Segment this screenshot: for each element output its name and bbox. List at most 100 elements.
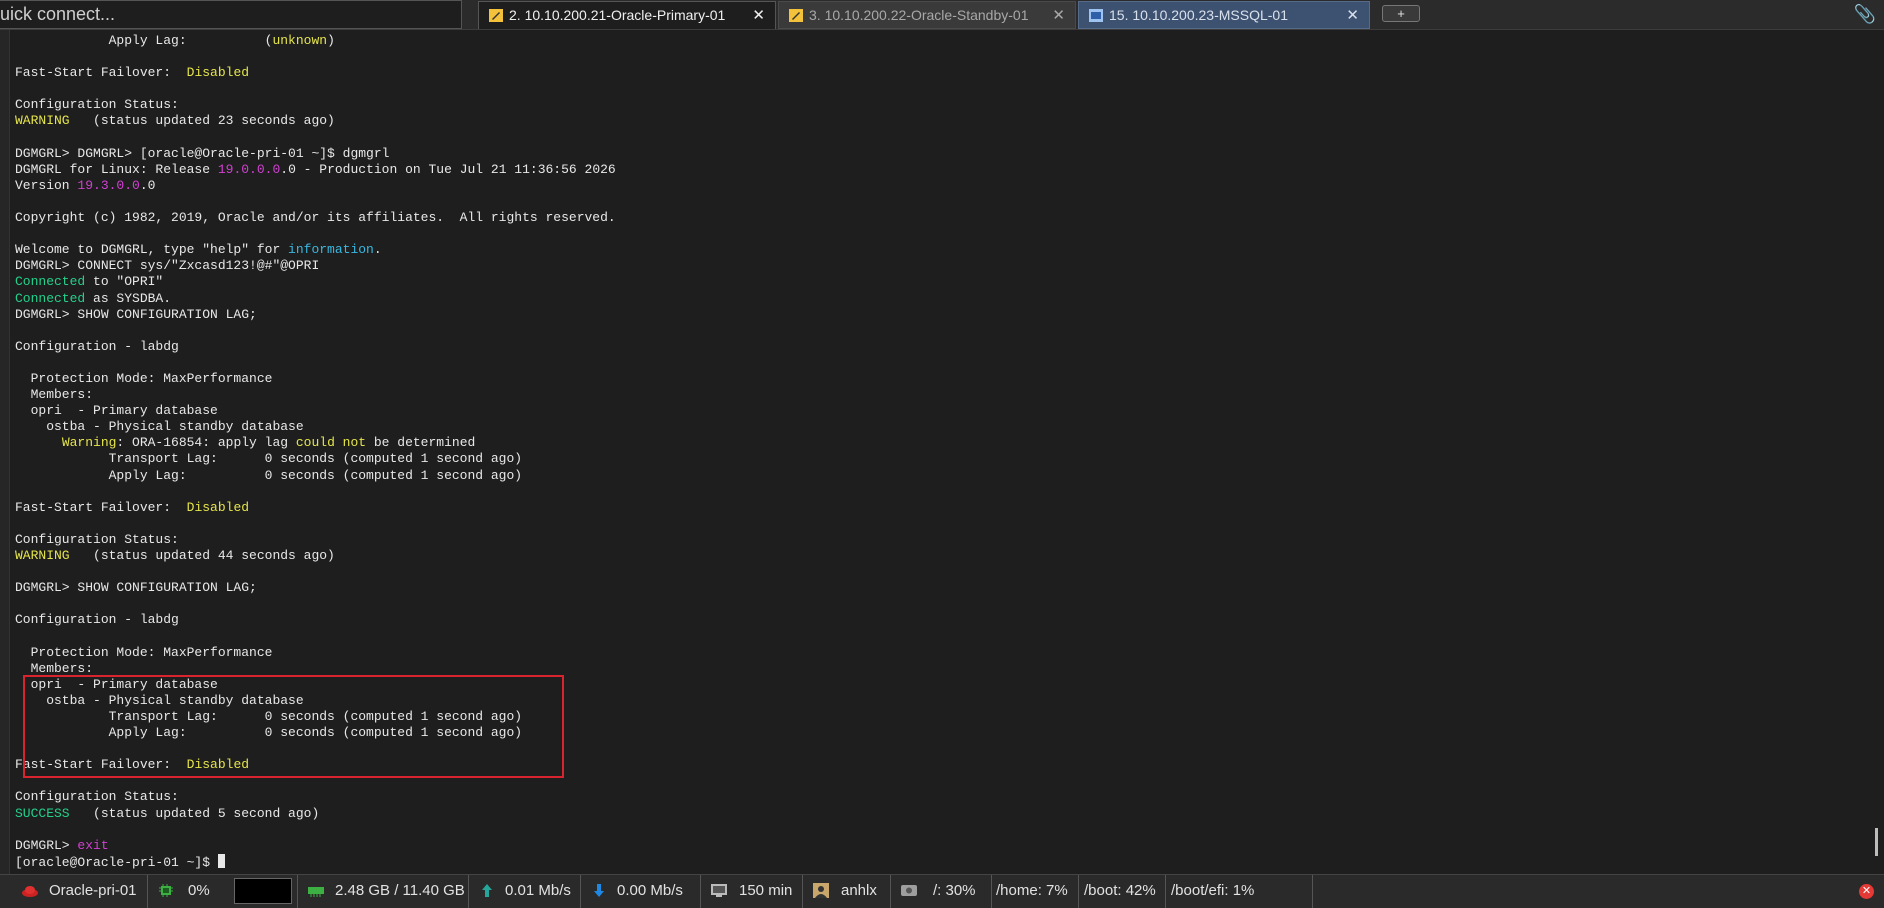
terminal-line: Members:	[15, 387, 616, 403]
terminal-text: DGMGRL>	[15, 837, 78, 853]
status-download[interactable]: 0.00 Mb/s	[581, 875, 701, 908]
cpu-icon	[159, 884, 173, 897]
terminal-text: DGMGRL> SHOW CONFIGURATION LAG;	[15, 580, 257, 596]
terminal-line: Version 19.3.0.0.0	[15, 178, 616, 194]
terminal-text: DGMGRL> DGMGRL> [oracle@Oracle-pri-01 ~]…	[15, 145, 390, 161]
disk-home-value: /home: 7%	[996, 882, 1068, 899]
terminal-text: Members:	[15, 660, 94, 676]
user-value: anhlx	[841, 882, 877, 899]
download-arrow-icon	[594, 884, 604, 897]
scrollbar-thumb[interactable]	[1875, 828, 1878, 856]
new-tab-button[interactable]: +	[1382, 5, 1420, 22]
close-tab-icon[interactable]: ✕	[752, 2, 765, 29]
terminal-text: to "OPRI"	[85, 274, 164, 290]
terminal-line: Welcome to DGMGRL, type "help" for infor…	[15, 242, 616, 258]
tab-mssql[interactable]: 15. 10.10.200.23-MSSQL-01 ✕	[1078, 1, 1370, 29]
terminal-text: Version	[15, 177, 78, 193]
terminal-line: Warning: ORA-16854: apply lag could not …	[15, 435, 616, 451]
terminal-text: : ORA-16854: apply lag	[116, 435, 296, 451]
status-bar: Oracle-pri-01 0% 2.48 GB / 11.40 GB 0.01…	[0, 874, 1884, 908]
terminal-text: DGMGRL> SHOW CONFIGURATION LAG;	[15, 306, 257, 322]
terminal-text: WARNING	[15, 113, 70, 129]
terminal-line: Fast-Start Failover: Disabled	[15, 500, 616, 516]
terminal-line: Protection Mode: MaxPerformance	[15, 371, 616, 387]
top-bar: uick connect... 2. 10.10.200.21-Oracle-P…	[0, 0, 1884, 30]
status-upload[interactable]: 0.01 Mb/s	[469, 875, 581, 908]
terminal-text: Configuration - labdg	[15, 338, 179, 354]
terminal-line: Configuration - labdg	[15, 339, 616, 355]
status-disk-home[interactable]: /home: 7%	[992, 875, 1079, 908]
terminal-area[interactable]: Apply Lag: (unknown) Fast-Start Failover:…	[0, 30, 1884, 874]
close-tab-icon[interactable]: ✕	[1346, 2, 1359, 28]
terminal-text: .	[373, 242, 382, 258]
terminal-text: ostba - Physical standby database	[15, 419, 304, 435]
paperclip-icon[interactable]: 📎	[1854, 4, 1876, 25]
terminal-text: 19.0.0.0	[217, 161, 281, 177]
tab-label: 15. 10.10.200.23-MSSQL-01	[1109, 7, 1289, 23]
status-user[interactable]: anhlx	[803, 875, 891, 908]
terminal-text: Fast-Start Failover:	[15, 499, 187, 515]
terminal-text: unknown	[272, 33, 328, 48]
tab-label: 2. 10.10.200.21-Oracle-Primary-01	[509, 7, 726, 23]
terminal-gutter	[0, 30, 10, 874]
terminal-text: Apply Lag: 0 seconds (computed 1 second …	[15, 467, 523, 483]
quick-connect-input[interactable]: uick connect...	[0, 0, 462, 29]
disk-boot-efi-value: /boot/efi: 1%	[1171, 882, 1255, 899]
host-label: Oracle-pri-01	[49, 882, 137, 899]
disk-icon	[901, 885, 917, 896]
status-disk-boot-efi[interactable]: /boot/efi: 1%	[1166, 875, 1313, 908]
status-host[interactable]: Oracle-pri-01	[0, 875, 148, 908]
status-disk-root[interactable]: /: 30%	[891, 875, 992, 908]
terminal-line: DGMGRL for Linux: Release 19.0.0.0.0 - P…	[15, 162, 616, 178]
terminal-line: Fast-Start Failover: Disabled	[15, 65, 616, 81]
error-close-icon[interactable]: ✕	[1859, 884, 1874, 899]
terminal-text: Transport Lag: 0 seconds (computed 1 sec…	[15, 451, 523, 467]
terminal-text: Members:	[15, 387, 94, 403]
terminal-text: DGMGRL for Linux: Release	[15, 161, 218, 177]
status-disk-boot[interactable]: /boot: 42%	[1079, 875, 1166, 908]
terminal-text: Fast-Start Failover:	[15, 65, 187, 81]
terminal-text: Configuration Status:	[15, 97, 179, 113]
terminal-line: Copyright (c) 1982, 2019, Oracle and/or …	[15, 210, 616, 226]
memory-value: 2.48 GB / 11.40 GB	[335, 882, 465, 899]
terminal-line: Transport Lag: 0 seconds (computed 1 sec…	[15, 451, 616, 467]
terminal-line: Connected to "OPRI"	[15, 274, 616, 290]
terminal-line: Apply Lag: (unknown)	[15, 33, 616, 49]
terminal-text: Warning	[61, 435, 117, 451]
terminal-text: WARNING	[15, 548, 70, 563]
uptime-value: 150 min	[739, 882, 793, 899]
terminal-text: be determined	[366, 435, 476, 451]
status-cpu[interactable]: 0%	[148, 875, 298, 908]
terminal-line: Configuration Status:	[15, 97, 616, 113]
terminal-text: Configuration Status:	[15, 789, 179, 805]
upload-value: 0.01 Mb/s	[505, 882, 571, 899]
terminal-text: opri - Primary database	[15, 403, 218, 419]
download-value: 0.00 Mb/s	[617, 882, 683, 899]
terminal-line: DGMGRL> DGMGRL> [oracle@Oracle-pri-01 ~]…	[15, 146, 616, 162]
terminal-text: Apply Lag: (	[15, 33, 273, 48]
terminal-text: Copyright (c) 1982, 2019, Oracle and/or …	[15, 210, 616, 226]
close-tab-icon[interactable]: ✕	[1052, 2, 1065, 28]
terminal-text: Welcome to DGMGRL, type "help" for	[15, 242, 289, 258]
terminal-line: ostba - Physical standby database	[15, 419, 616, 435]
terminal-text: could not	[295, 435, 367, 451]
cpu-value: 0%	[188, 882, 210, 899]
status-memory[interactable]: 2.48 GB / 11.40 GB	[298, 875, 469, 908]
tab-oracle-primary[interactable]: 2. 10.10.200.21-Oracle-Primary-01 ✕	[478, 1, 776, 29]
tab-label: 3. 10.10.200.22-Oracle-Standby-01	[809, 7, 1029, 23]
terminal-line: [oracle@Oracle-pri-01 ~]$	[15, 853, 616, 870]
terminal-text: Disabled	[186, 65, 250, 81]
terminal-text: (status updated 44 seconds ago)	[69, 548, 335, 563]
status-uptime[interactable]: 150 min	[701, 875, 803, 908]
tab-oracle-standby[interactable]: 3. 10.10.200.22-Oracle-Standby-01 ✕	[778, 1, 1076, 29]
